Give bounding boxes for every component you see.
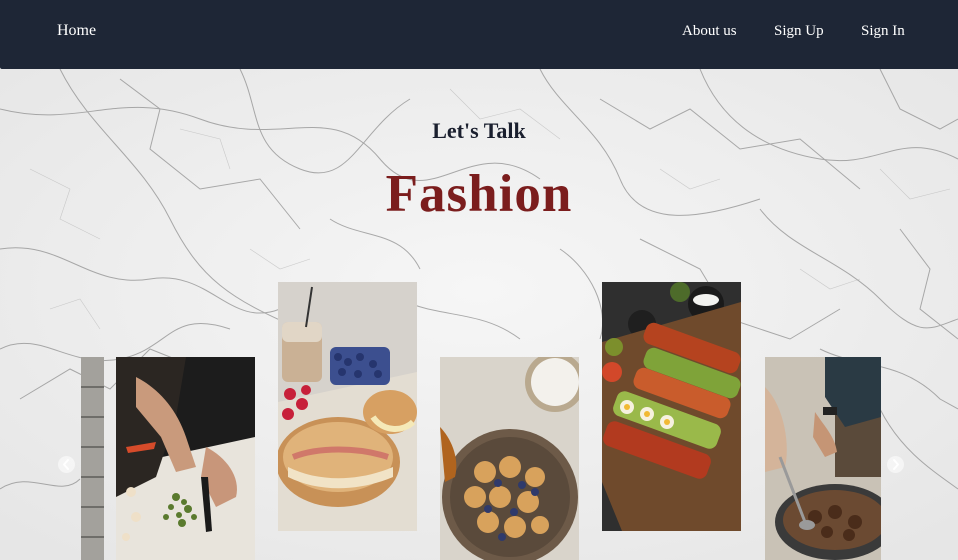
carousel-card-chopping-herbs[interactable] (116, 357, 255, 560)
hero-kicker: Let's Talk (432, 118, 526, 143)
carousel-card-partial[interactable] (81, 357, 104, 560)
card-image (765, 357, 881, 560)
nav-signin-link[interactable]: Sign In (861, 23, 905, 40)
card-image (81, 357, 104, 560)
carousel-prev-button[interactable] (58, 456, 75, 473)
carousel-card-mini-pancakes[interactable] (440, 357, 579, 560)
nav-home-link[interactable]: Home (57, 22, 96, 40)
carousel-next-button[interactable] (887, 456, 904, 473)
carousel-card-cooking-in-pan[interactable] (765, 357, 881, 560)
hero-headline: Fashion (385, 165, 573, 223)
nav-signup-link[interactable]: Sign Up (774, 23, 824, 40)
chevron-left-icon (63, 459, 69, 470)
hero-section: Let's Talk Fashion (0, 69, 958, 560)
chevron-right-icon (893, 459, 899, 470)
carousel-card-croissant-sandwich[interactable] (278, 282, 417, 531)
nav-about-link[interactable]: About us (682, 23, 737, 40)
carousel-card-loaded-toasts[interactable] (602, 282, 741, 531)
top-navbar: Home About us Sign Up Sign In (0, 0, 958, 69)
card-image (116, 357, 255, 560)
card-image (602, 282, 741, 531)
card-image (440, 357, 579, 560)
card-image (278, 282, 417, 531)
